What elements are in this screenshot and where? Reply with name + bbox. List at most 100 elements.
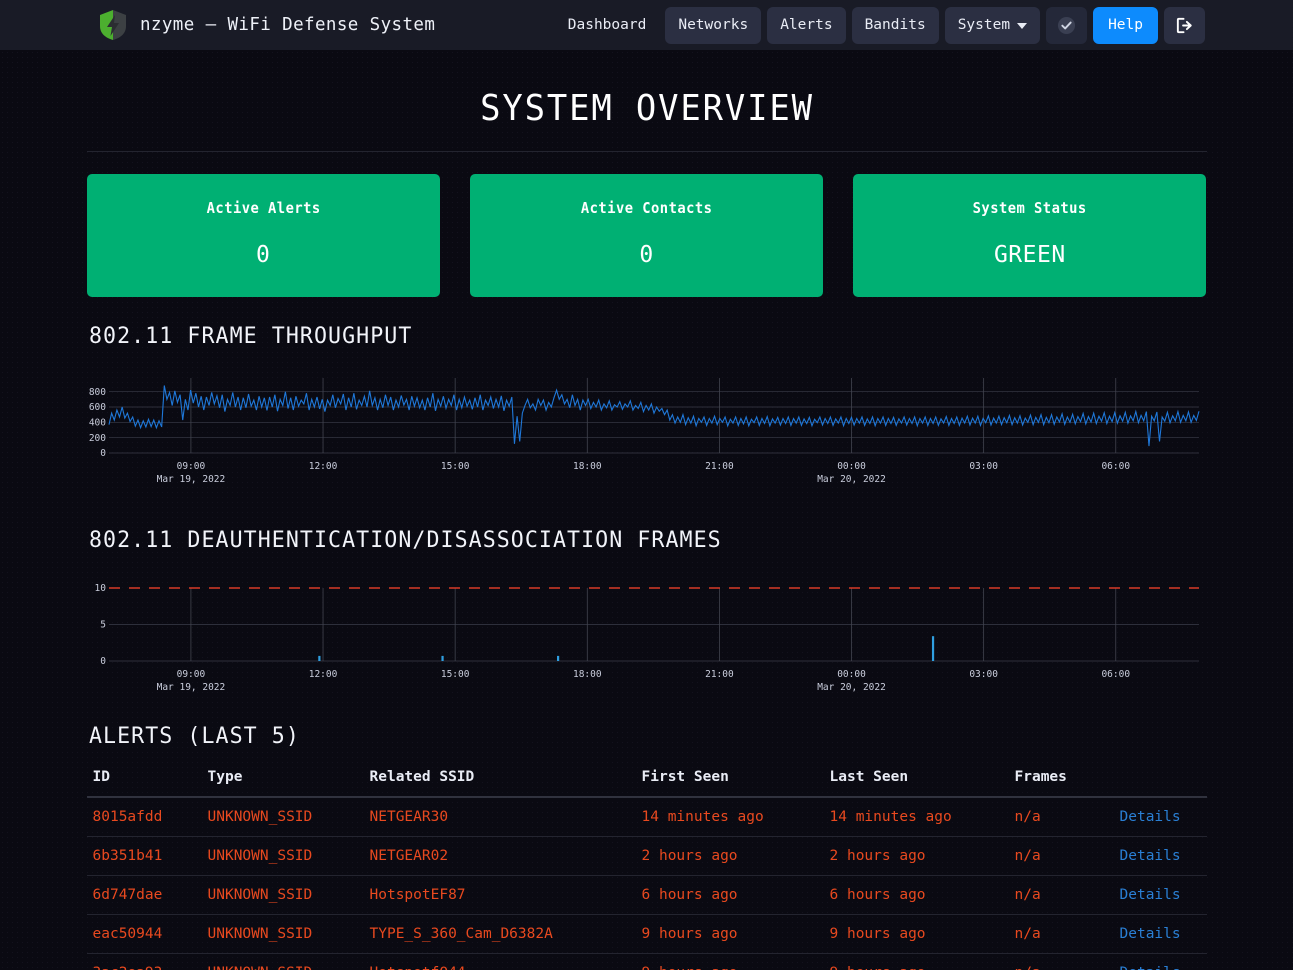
deauth-frames-chart[interactable]: 0 5 10 09:00 Mar 19, 2022 12:00 15:00 18:00 21:0…: [87, 575, 1207, 695]
alert-ssid: HotspotfQ44: [363, 953, 636, 970]
deauth-bar: [317, 655, 320, 661]
chevron-down-icon: [1017, 23, 1028, 29]
alert-last-seen: 2 hours ago: [823, 836, 1009, 876]
throughput-line-series: [107, 385, 1200, 447]
y-axis-tick-label: 600: [88, 402, 105, 413]
alert-type: UNKNOWN_SSID: [201, 836, 364, 876]
alert-id: 3ac2ea93: [86, 953, 202, 970]
check-circle-icon: [1057, 16, 1076, 35]
nav-item-system[interactable]: System: [944, 6, 1041, 44]
alert-type: UNKNOWN_SSID: [201, 797, 364, 837]
x-axis-tick-label: 00:00: [837, 461, 866, 472]
column-header-actions: [1113, 763, 1207, 798]
alert-first-seen: 14 minutes ago: [635, 797, 824, 837]
stat-card-label: Active Alerts: [206, 199, 321, 217]
title-divider: [86, 151, 1207, 152]
stat-card-value: GREEN: [993, 242, 1066, 268]
x-axis-tick-label: 09:00: [176, 461, 205, 472]
details-link[interactable]: Details: [1120, 887, 1181, 903]
deauth-bar: [931, 636, 934, 661]
y-axis-tick-label: 0: [100, 656, 106, 667]
x-axis-date-label: Mar 19, 2022: [156, 682, 225, 693]
section-title-deauth: 802.11 DEAUTHENTICATION/DISASSOCIATION F…: [88, 527, 722, 553]
x-axis-date-label: Mar 20, 2022: [817, 474, 886, 485]
y-axis-tick-label: 400: [88, 418, 105, 429]
alert-id: eac50944: [86, 914, 202, 954]
alert-first-seen: 9 hours ago: [635, 953, 824, 970]
alerts-section: ALERTS (LAST 5) ID Type Related SSID Fir…: [86, 723, 1207, 970]
stat-card-label: System Status: [972, 199, 1087, 217]
frame-throughput-chart[interactable]: 0 200 400 600 800 09:00 Mar 19, 2022 12:00 15:00…: [87, 371, 1207, 501]
table-row: eac50944 UNKNOWN_SSID TYPE_S_360_Cam_D6382…: [86, 914, 1207, 954]
stat-card-active-contacts[interactable]: Active Contacts 0: [469, 174, 824, 297]
alert-ssid: NETGEAR02: [363, 836, 636, 876]
nav-label: Dashboard: [567, 16, 647, 33]
alert-frames: n/a: [1008, 914, 1114, 954]
nav-item-networks[interactable]: Networks: [665, 6, 762, 44]
alert-last-seen: 9 hours ago: [823, 914, 1009, 954]
alert-details-cell: Details: [1113, 836, 1207, 876]
nav-item-bandits[interactable]: Bandits: [851, 6, 939, 44]
alert-frames: n/a: [1008, 797, 1114, 837]
alert-frames: n/a: [1008, 953, 1114, 970]
alert-last-seen: 14 minutes ago: [823, 797, 1009, 837]
details-link[interactable]: Details: [1120, 848, 1181, 864]
table-header-row: ID Type Related SSID First Seen Last See…: [86, 763, 1207, 798]
x-axis-tick-label: 06:00: [1101, 461, 1130, 472]
help-button[interactable]: Help: [1093, 6, 1158, 44]
column-header-first-seen[interactable]: First Seen: [635, 763, 824, 798]
column-header-ssid[interactable]: Related SSID: [363, 763, 636, 798]
deauth-bar: [440, 655, 444, 661]
details-link[interactable]: Details: [1120, 926, 1181, 942]
alert-details-cell: Details: [1113, 914, 1207, 954]
brand[interactable]: nzyme – WiFi Defense System: [100, 10, 435, 40]
nav-item-alerts[interactable]: Alerts: [767, 6, 846, 44]
alert-type: UNKNOWN_SSID: [201, 914, 364, 954]
column-header-type[interactable]: Type: [201, 763, 364, 798]
alert-details-cell: Details: [1113, 875, 1207, 915]
logout-button[interactable]: [1164, 6, 1205, 44]
alerts-table-body: 8015afdd UNKNOWN_SSID NETGEAR30 14 minutes …: [86, 797, 1207, 970]
stat-card-system-status[interactable]: System Status GREEN: [853, 174, 1207, 297]
alert-ssid: TYPE_S_360_Cam_D6382A: [363, 914, 636, 954]
logout-icon: [1175, 16, 1194, 35]
table-row: 6d747dae UNKNOWN_SSID HotspotEF87 6 hours a…: [86, 875, 1207, 915]
x-axis-tick-label: 21:00: [705, 669, 734, 680]
alerts-table: ID Type Related SSID First Seen Last See…: [86, 763, 1207, 970]
alert-first-seen: 6 hours ago: [635, 875, 824, 915]
x-axis-tick-label: 21:00: [705, 461, 734, 472]
alert-frames: n/a: [1008, 836, 1114, 876]
alert-id: 6b351b41: [86, 836, 202, 876]
nav-label: System: [957, 16, 1011, 33]
help-label: Help: [1108, 16, 1143, 33]
x-axis-tick-label: 18:00: [572, 461, 601, 472]
health-status-button[interactable]: [1046, 6, 1088, 44]
details-link[interactable]: Details: [1120, 965, 1181, 970]
page-title: SYSTEM OVERVIEW: [479, 88, 814, 129]
alert-ssid: NETGEAR30: [363, 797, 636, 837]
stat-card-active-alerts[interactable]: Active Alerts 0: [86, 174, 440, 297]
nav-links: Dashboard Networks Alerts Bandits System…: [555, 6, 1205, 44]
y-axis-tick-label: 5: [100, 620, 106, 631]
alert-first-seen: 2 hours ago: [635, 836, 824, 876]
nav-label: Networks: [678, 16, 749, 33]
column-header-frames[interactable]: Frames: [1008, 763, 1114, 798]
section-title-throughput: 802.11 FRAME THROUGHPUT: [88, 323, 412, 349]
x-axis-tick-label: 18:00: [572, 669, 601, 680]
x-axis-date-label: Mar 20, 2022: [817, 682, 886, 693]
y-axis-tick-label: 0: [100, 448, 106, 459]
stat-card-row: Active Alerts 0 Active Contacts 0 System…: [86, 174, 1207, 297]
column-header-id[interactable]: ID: [86, 763, 202, 798]
brand-title: nzyme – WiFi Defense System: [140, 15, 436, 35]
top-navbar: nzyme – WiFi Defense System Dashboard Ne…: [0, 0, 1293, 50]
alert-last-seen: 6 hours ago: [823, 875, 1009, 915]
stat-card-label: Active Contacts: [580, 199, 713, 217]
details-link[interactable]: Details: [1120, 809, 1181, 825]
section-title-alerts: ALERTS (LAST 5): [88, 723, 300, 749]
alert-last-seen: 9 hours ago: [823, 953, 1009, 970]
table-row: 3ac2ea93UNKNOWN_SSIDHotspotfQ449 hours a…: [86, 953, 1207, 970]
column-header-last-seen[interactable]: Last Seen: [823, 763, 1009, 798]
nav-item-dashboard[interactable]: Dashboard: [555, 7, 660, 44]
alert-details-cell: Details: [1113, 797, 1207, 837]
alert-type: UNKNOWN_SSID: [201, 953, 364, 970]
